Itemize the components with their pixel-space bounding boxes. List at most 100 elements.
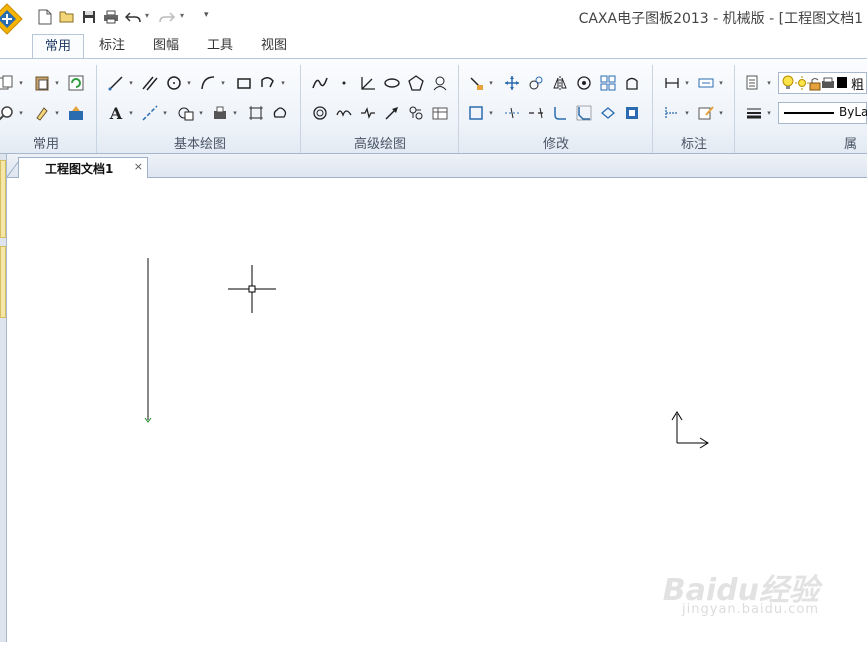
linetype-sample [784,112,834,114]
erase-dropdown-icon[interactable]: ▾ [488,73,494,93]
new-file-icon[interactable] [36,8,54,26]
close-tab-icon[interactable]: × [134,160,143,173]
move-icon[interactable] [502,73,522,93]
document-tab[interactable]: 工程图文档1 × [18,157,148,178]
extend-icon[interactable] [502,103,522,123]
stretch-icon[interactable] [598,103,618,123]
circle-icon[interactable] [164,73,184,93]
group-label-common: 常用 [32,137,59,152]
break-line-icon[interactable] [358,103,378,123]
undo-icon[interactable] [124,8,142,26]
ring-icon[interactable] [310,103,330,123]
ucs-axis-icon [671,411,709,449]
zoom-dropdown-icon[interactable]: ▾ [18,103,24,123]
layer-manager-icon[interactable] [744,73,764,93]
tab-sheet[interactable]: 图幅 [140,34,192,58]
table-insert-icon[interactable] [430,103,450,123]
copy-dropdown-icon[interactable]: ▾ [18,73,24,93]
window-title: CAXA电子图板2013 - 机械版 - [工程图文档1 [578,11,863,27]
point-icon[interactable] [334,73,354,93]
line-dropdown-icon[interactable]: ▾ [128,73,134,93]
mirror-icon[interactable] [550,73,570,93]
open-folder-icon[interactable] [58,8,76,26]
break-icon[interactable] [526,103,546,123]
text-annotate-dropdown-icon[interactable]: ▾ [718,103,724,123]
tab-annotate[interactable]: 标注 [86,34,138,58]
line-icon[interactable] [106,73,126,93]
coord-dim-dropdown-icon[interactable]: ▾ [718,73,724,93]
paste-dropdown-icon[interactable]: ▾ [54,73,60,93]
tab-view[interactable]: 视图 [248,34,300,58]
side-panel-tab[interactable] [0,160,6,238]
text-icon[interactable]: A [106,103,126,123]
group-label-annotate: 标注 [680,137,707,152]
customize-icon[interactable]: ▾ [204,10,209,20]
arc-icon[interactable] [198,73,218,93]
zoom-icon[interactable] [0,103,16,123]
rotate-icon[interactable] [574,73,594,93]
boundary-icon[interactable] [246,103,266,123]
copy-icon[interactable] [0,73,16,93]
erase-icon[interactable] [466,73,486,93]
array-icon[interactable] [598,73,618,93]
regen-icon[interactable] [66,73,86,93]
text-annotate-icon[interactable] [696,103,716,123]
layer-selector[interactable]: 粗 [778,72,867,94]
clear-icon[interactable] [66,103,86,123]
centerhole-icon[interactable] [430,73,450,93]
print-icon[interactable] [102,8,120,26]
crosshair-cursor-icon [228,265,276,313]
match-properties-icon[interactable] [32,103,52,123]
hatch-icon[interactable] [176,103,196,123]
block-dropdown-icon[interactable]: ▾ [232,103,238,123]
centerline-icon[interactable] [140,103,160,123]
redo-dropdown-icon[interactable]: ▾ [180,11,184,20]
undo-dropdown-icon[interactable]: ▾ [145,11,149,20]
circle-dropdown-icon[interactable]: ▾ [186,73,192,93]
copy-move-icon[interactable] [526,73,546,93]
linetype-selector[interactable]: ByLay [778,102,867,124]
arrow-icon[interactable] [382,103,402,123]
gear-teeth-icon[interactable] [406,103,426,123]
layer-manager-dropdown-icon[interactable]: ▾ [766,73,772,93]
wave-line-icon[interactable] [334,103,354,123]
polyline-dropdown-icon[interactable]: ▾ [280,73,286,93]
watermark-url: jingyan.baidu.com [682,602,819,617]
coord-dim-icon[interactable] [696,73,716,93]
chamfer-icon[interactable] [574,103,594,123]
lineweight-icon[interactable] [744,103,764,123]
explode-icon[interactable] [622,103,642,123]
tab-tools[interactable]: 工具 [194,34,246,58]
title-bar: ▾ ▾ ▾ CAXA电子图板2013 - 机械版 - [工程图文档1 [0,0,867,36]
save-icon[interactable] [80,8,98,26]
lineweight-dropdown-icon[interactable]: ▾ [766,103,772,123]
group-label-basic-draw: 基本绘图 [173,137,226,152]
rectangle-icon[interactable] [234,73,254,93]
tolerance-icon[interactable] [662,103,682,123]
match-dropdown-icon[interactable]: ▾ [54,103,60,123]
trim-dropdown-icon[interactable]: ▾ [488,103,494,123]
trim-icon[interactable] [466,103,486,123]
caxa-logo-icon[interactable] [0,2,24,36]
block-icon[interactable] [210,103,230,123]
angle-line-icon[interactable] [358,73,378,93]
fillet-icon[interactable] [550,103,570,123]
paste-icon[interactable] [32,73,52,93]
tolerance-dropdown-icon[interactable]: ▾ [684,103,690,123]
polyline-icon[interactable] [258,73,278,93]
polygon-icon[interactable] [406,73,426,93]
dimension-dropdown-icon[interactable]: ▾ [684,73,690,93]
dimension-icon[interactable] [662,73,682,93]
redo-icon[interactable] [158,8,176,26]
scale-icon[interactable] [622,73,642,93]
cloud-icon[interactable] [270,103,290,123]
tab-common[interactable]: 常用 [32,34,84,58]
hatch-dropdown-icon[interactable]: ▾ [198,103,204,123]
text-dropdown-icon[interactable]: ▾ [128,103,134,123]
parallel-line-icon[interactable] [140,73,160,93]
side-panel-tab[interactable] [0,246,6,318]
centerline-dropdown-icon[interactable]: ▾ [162,103,168,123]
arc-dropdown-icon[interactable]: ▾ [220,73,226,93]
spline-icon[interactable] [310,73,330,93]
ellipse-icon[interactable] [382,73,402,93]
